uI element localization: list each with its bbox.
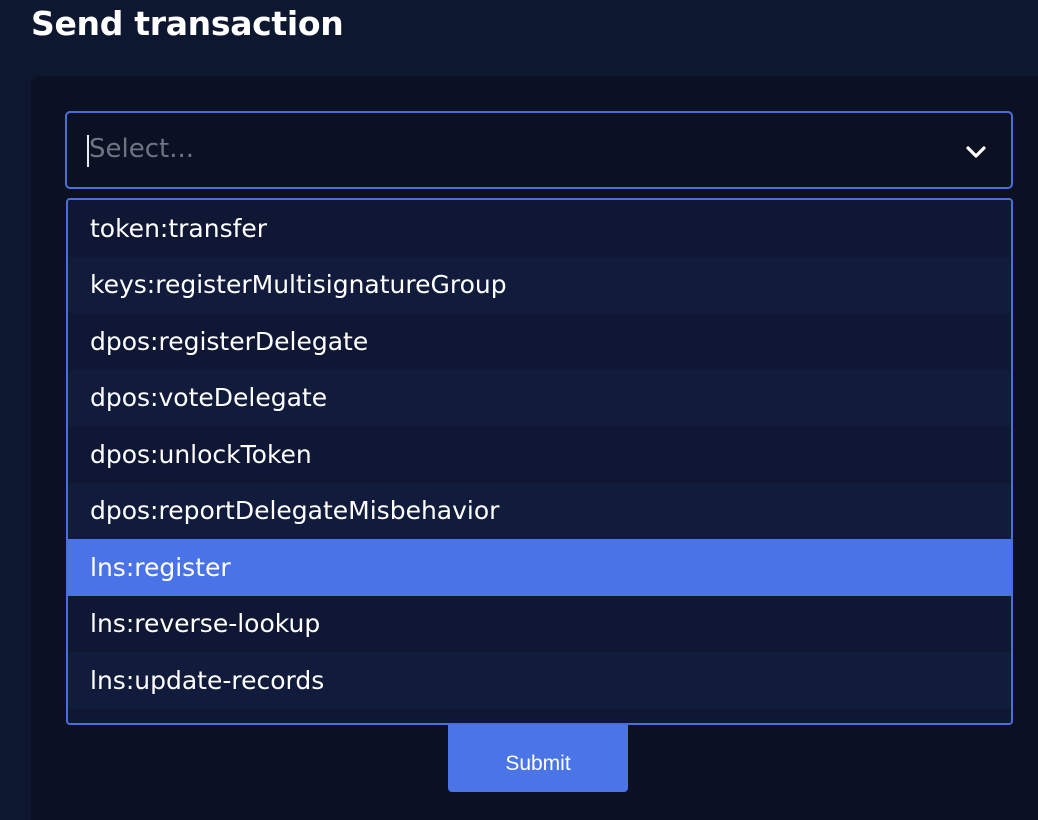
- submit-button[interactable]: Submit: [448, 717, 628, 792]
- option-dpos-vote-delegate[interactable]: dpos:voteDelegate: [68, 369, 1011, 426]
- select-placeholder: Select...: [89, 134, 195, 164]
- option-lns-register[interactable]: lns:register: [68, 539, 1011, 596]
- option-lns-update-records[interactable]: lns:update-records: [68, 652, 1011, 709]
- option-dpos-unlock-token[interactable]: dpos:unlockToken: [68, 426, 1011, 483]
- page-title: Send transaction: [31, 4, 344, 43]
- option-dpos-register-delegate[interactable]: dpos:registerDelegate: [68, 313, 1011, 370]
- transaction-type-select[interactable]: Select...: [65, 111, 1013, 189]
- select-dropdown-menu: token:transfer keys:registerMultisignatu…: [66, 198, 1013, 725]
- option-lns-reverse-lookup[interactable]: lns:reverse-lookup: [68, 595, 1011, 652]
- chevron-down-icon[interactable]: [963, 139, 989, 165]
- option-keys-register-multisignature-group[interactable]: keys:registerMultisignatureGroup: [68, 256, 1011, 313]
- option-token-transfer[interactable]: token:transfer: [68, 200, 1011, 257]
- option-dpos-report-delegate-misbehavior[interactable]: dpos:reportDelegateMisbehavior: [68, 482, 1011, 539]
